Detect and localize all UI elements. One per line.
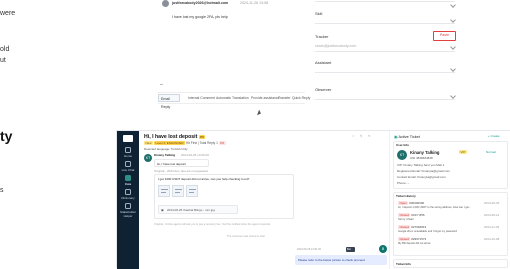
star-icon[interactable]: ☆ — [352, 134, 355, 138]
sidebar-item-live-chat[interactable]: Live Chat — [117, 161, 139, 172]
quick-reply-tool[interactable]: Quick Reply — [292, 95, 310, 101]
support-app-window: Home Live Chat Data Dictionary Stakehold… — [116, 130, 510, 269]
customer-name: Kinany Talking — [154, 153, 176, 157]
sidebar-item-home[interactable]: Home — [117, 147, 139, 158]
active-ticket-header: ▣ Active Ticket — [394, 135, 420, 139]
attachment-thumb-3[interactable] — [186, 185, 198, 197]
left-text-3: ut — [0, 57, 6, 64]
sidebar-item-dictionary[interactable]: Dictionary — [117, 189, 139, 200]
reply-toolbar: Email Reply Internal Comment Automatic T… — [158, 92, 310, 109]
app-sidebar: Home Live Chat Data Dictionary Stakehold… — [117, 131, 139, 269]
customer-avatar: KT — [144, 154, 152, 162]
provide-assistance-tool[interactable]: Provide assistance — [251, 95, 279, 101]
ticket-history-label: Ticket History — [396, 194, 416, 198]
app-logo — [123, 135, 133, 142]
ticket-form: Skill Tracker cardo@justforcakody.com As… — [315, 0, 456, 130]
auto-translation-tool[interactable]: Automatic Translation — [216, 95, 249, 101]
transfer-tool[interactable]: Transfer — [278, 95, 291, 101]
left-text-2: old — [0, 46, 10, 53]
ticket-history-card: Ticket History Open #30000000 2024-06-25… — [393, 192, 508, 256]
user-avatar: KT — [397, 150, 407, 160]
translation-note: Original - Online agents will ask you to… — [154, 223, 271, 226]
more-dots[interactable] — [160, 84, 163, 85]
history-item[interactable]: Open #30000000 — [398, 201, 424, 206]
helper-icon — [125, 203, 131, 209]
agent-badge: Bot — [346, 247, 355, 252]
user-info-label: User Info — [396, 143, 410, 147]
refresh-icon[interactable]: ↻ — [368, 134, 371, 138]
history-item[interactable]: Closed #31/7,856 — [398, 213, 425, 218]
observer-dropdown-icon[interactable] — [450, 93, 456, 99]
customer-message: I got 1000 USDT deposit did not arrive, … — [158, 177, 250, 181]
user-line-3: Contact Email: Kinanyta@gmail.com — [397, 175, 446, 179]
user-id: UID 4848484848 — [410, 156, 433, 160]
data-icon — [125, 175, 131, 181]
chat-icon — [125, 161, 131, 167]
detected-language: Detected language: Turkish Only — [144, 147, 188, 151]
conversation-tags: New Level 4: ENHANCED Hit First | Total … — [144, 141, 226, 146]
conversation-panel: Hi, I have lost deposit P2 New Level 4: … — [139, 131, 389, 269]
dictionary-icon — [125, 189, 131, 195]
system-note: The customer was routed to chat — [227, 235, 265, 238]
paste-button-label: Paste — [439, 33, 450, 37]
paste-button[interactable]: Paste — [433, 31, 456, 41]
title-badge: P2 — [198, 134, 206, 139]
conversation-title: Hi, I have lost deposit P2 — [144, 134, 206, 140]
tag-priority: P2 — [218, 141, 226, 146]
info-panel: ☆ ⚲ ↻ ▣ Active Ticket + Create User Info… — [352, 131, 510, 269]
sub-note: Original - 2024 dev, des-ed-m-requested — [154, 169, 208, 173]
attachment-thumb-1[interactable] — [158, 185, 170, 197]
ticket-info-card[interactable]: Ticket Info — [393, 259, 508, 268]
message-bubble: I got 1000 USDT deposit did not arrive, … — [154, 174, 294, 219]
sender-email: justforcakody2026@hotmail.com — [172, 1, 229, 5]
file-link[interactable]: ▣ 2024-06-25 Xiaobai Blingo - mm.jpg — [158, 205, 238, 214]
attachment-thumb-2[interactable] — [172, 185, 184, 197]
left-brand-text: ty — [0, 128, 13, 144]
tracker-dropdown-icon[interactable] — [450, 44, 456, 50]
email-reply-tab[interactable]: Email Reply — [158, 94, 180, 109]
user-status: Normal — [486, 150, 496, 154]
tracker-value[interactable]: cardo@justforcakody.com — [315, 44, 356, 48]
tag-meta: Hit First | Total Reply 1 — [185, 141, 218, 145]
user-info-card: User Info KT Kinany Talking UID 48484848… — [393, 141, 508, 189]
history-item[interactable]: Closed #27994813 — [398, 225, 426, 230]
image-file-icon: ▣ — [161, 207, 164, 212]
filter-icon[interactable]: ⚲ — [360, 134, 362, 138]
create-ticket-button[interactable]: + Create — [488, 134, 500, 138]
agent-reply-bubble: Please refer to the below picture to che… — [295, 255, 387, 265]
sidebar-item-data[interactable]: Data — [117, 175, 139, 186]
field-label-skill: Skill — [315, 11, 323, 16]
user-line-1: VIP: Kinany Talking Sent you Mail 1 — [397, 163, 445, 167]
email-message: justforcakody2026@hotmail.com 2024-11-26… — [160, 0, 305, 78]
home-icon — [125, 147, 131, 153]
skill-dropdown-icon[interactable] — [450, 17, 456, 23]
sender-avatar — [162, 0, 169, 7]
field-label-tracker: Tracker — [315, 34, 329, 39]
assistant-dropdown-icon[interactable] — [450, 66, 456, 72]
greeting-bubble: Hi, I have lost deposit — [154, 159, 209, 167]
user-name: Kinany Talking — [410, 150, 440, 155]
sidebar-item-stakeholder[interactable]: Stakeholder Helper — [117, 203, 139, 218]
internal-comment-tool[interactable]: Internal Comment — [188, 95, 215, 101]
vip-badge: VIP — [459, 150, 467, 154]
history-item[interactable]: Closed #29971573 — [398, 237, 426, 242]
email-body: I have lost my google 2FA, pls help — [172, 15, 228, 19]
field-label-observer: Observer — [315, 87, 332, 92]
mouse-cursor-icon — [257, 109, 262, 117]
tag-new: New — [144, 141, 154, 146]
agent-avatar: B — [379, 245, 387, 253]
left-text-1: were — [0, 10, 16, 17]
user-line-4: Phone: -- — [397, 181, 410, 185]
user-line-2: Registered Email: Kinanyta@gmail.com — [397, 169, 450, 173]
ticket-info-label: Ticket Info — [396, 262, 411, 266]
customer-meta: 2024-06-25 14:50:00 — [181, 153, 209, 157]
sent-time: 2024-11-26 13:08 — [240, 1, 269, 5]
field-label-assistant: Assistant — [315, 60, 332, 65]
agent-time: 2024-06-25 14:51:00 — [297, 248, 322, 251]
left-text-5: s — [0, 187, 4, 194]
tag-level: Level 4: ENHANCED — [153, 141, 186, 146]
